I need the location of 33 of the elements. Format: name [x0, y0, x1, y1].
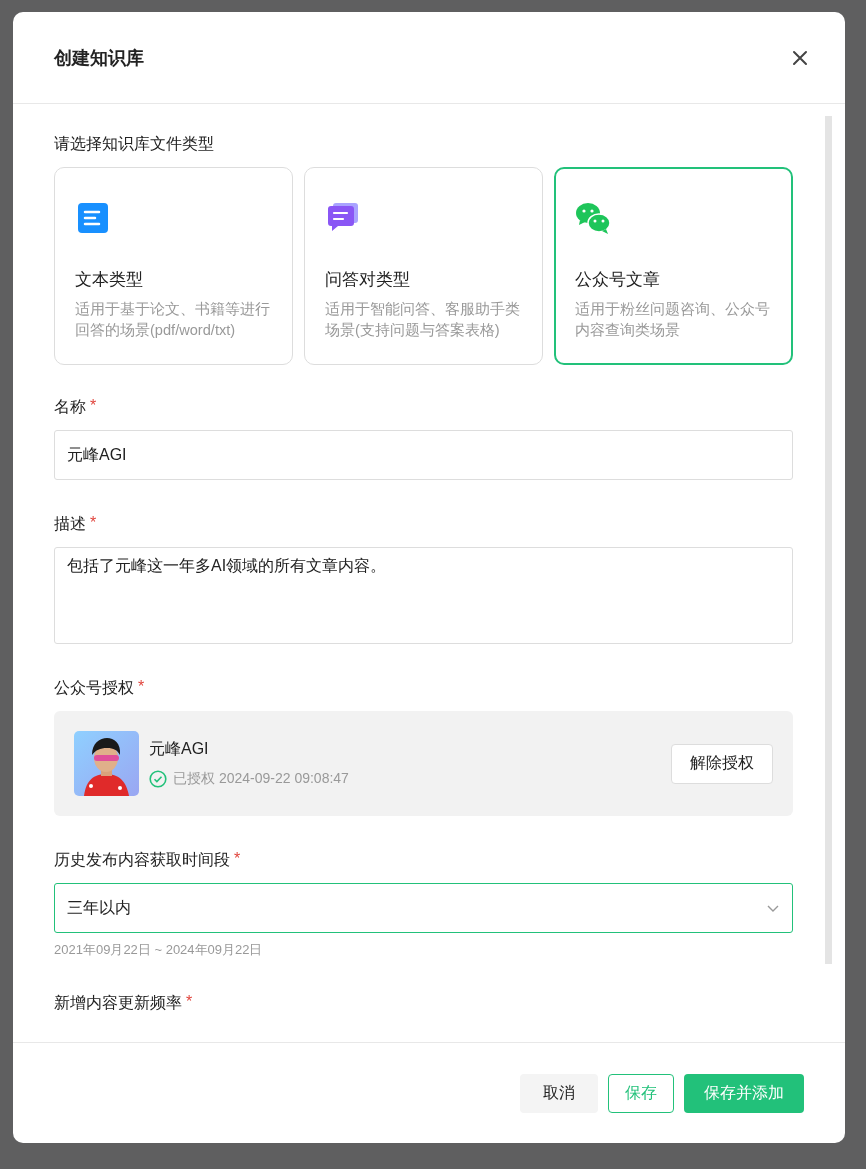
- field-label: 新增内容更新频率: [54, 993, 182, 1013]
- account-name: 元峰AGI: [149, 739, 210, 759]
- required-mark: *: [234, 850, 241, 869]
- select-field[interactable]: 三年以内: [54, 883, 793, 933]
- field-label: 公众号授权: [54, 678, 134, 698]
- text-area[interactable]: 包括了元峰这一年多AI领域的所有文章内容。: [54, 547, 793, 644]
- wechat-icon: [575, 200, 611, 236]
- card-description: 适用于基于论文、书籍等进行回答的场景(pdf/word/txt): [75, 300, 271, 340]
- required-mark: *: [186, 993, 193, 1012]
- field-label: 名称: [54, 397, 86, 417]
- type-card[interactable]: 问答对类型 适用于智能问答、客服助手类场景(支持问题与答案表格): [304, 167, 543, 365]
- type-card[interactable]: 文本类型 适用于基于论文、书籍等进行回答的场景(pdf/word/txt): [54, 167, 293, 365]
- date-range-hint: 2021年09月22日 ~ 2024年09月22日: [54, 941, 264, 959]
- card-title: 文本类型: [75, 269, 144, 291]
- text-input[interactable]: 元峰AGI: [54, 430, 793, 480]
- field-label: 描述: [54, 514, 86, 534]
- scrollbar[interactable]: [825, 116, 832, 964]
- required-mark: *: [138, 678, 145, 697]
- card-title: 公众号文章: [575, 269, 661, 291]
- document-icon: [75, 200, 111, 236]
- card-description: 适用于粉丝问题咨询、公众号内容查询类场景: [575, 300, 771, 340]
- type-card[interactable]: 公众号文章 适用于粉丝问题咨询、公众号内容查询类场景: [554, 167, 793, 365]
- revoke-button[interactable]: 解除授权: [671, 743, 773, 784]
- field-label: 请选择知识库文件类型: [54, 134, 214, 154]
- field-label: 历史发布内容获取时间段: [54, 850, 230, 870]
- dialog-title: 创建知识库: [54, 46, 144, 70]
- cancel-button[interactable]: 取消: [520, 1073, 598, 1113]
- required-mark: *: [90, 397, 97, 416]
- authorization-status: 已授权 2024-09-22 09:08:47: [173, 770, 349, 788]
- card-description: 适用于智能问答、客服助手类场景(支持问题与答案表格): [325, 300, 521, 340]
- required-mark: *: [90, 514, 97, 533]
- close-icon[interactable]: [792, 49, 808, 66]
- card-title: 问答对类型: [325, 269, 411, 291]
